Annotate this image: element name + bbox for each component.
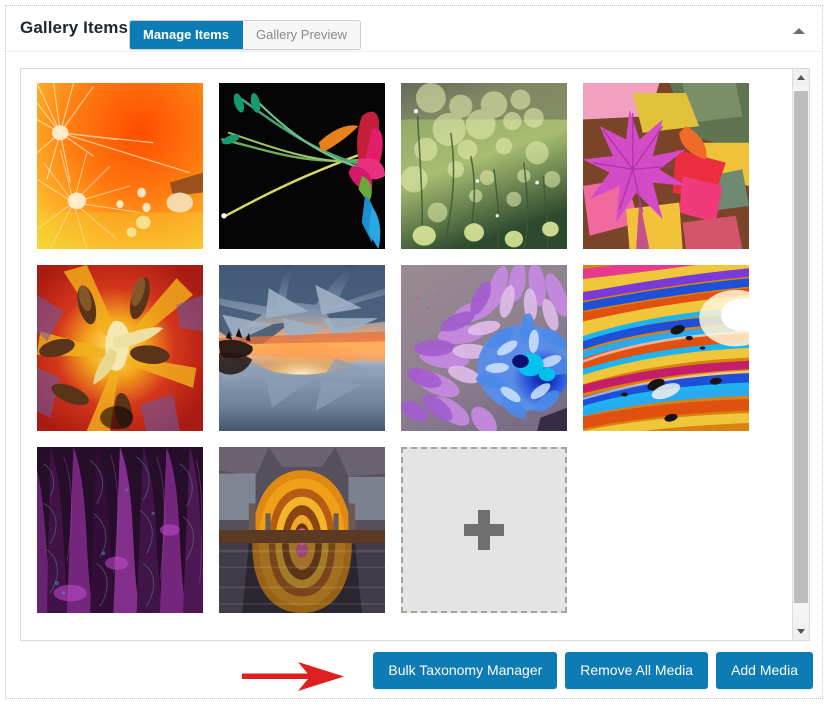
bulk-taxonomy-manager-button[interactable]: Bulk Taxonomy Manager <box>373 652 558 689</box>
add-media-button[interactable]: Add Media <box>716 652 813 689</box>
remove-all-media-button[interactable]: Remove All Media <box>565 652 709 689</box>
scrollbar-thumb[interactable] <box>794 91 808 603</box>
gallery-item-lily-on-black[interactable] <box>219 83 385 249</box>
plus-icon-vertical <box>478 510 490 550</box>
metabox-footer: Bulk Taxonomy Manager Remove All Media A… <box>6 640 822 698</box>
thumbnail-image <box>401 83 567 249</box>
footer-button-row: Bulk Taxonomy Manager Remove All Media A… <box>373 652 813 689</box>
add-media-tile[interactable] <box>401 447 567 613</box>
thumbnail-image <box>219 447 385 613</box>
thumbnail-image <box>401 265 567 431</box>
gallery-grid <box>37 83 777 629</box>
thumbnail-image <box>37 83 203 249</box>
gallery-item-pink-maple-leaves[interactable] <box>583 83 749 249</box>
triangle-up-icon <box>793 28 805 34</box>
page-title: Gallery Items <box>20 18 129 37</box>
metabox-header: Gallery Items Manage Items Gallery Previ… <box>6 6 822 52</box>
gallery-items-metabox: Gallery Items Manage Items Gallery Previ… <box>5 5 823 699</box>
thumbnail-image <box>219 83 385 249</box>
collapse-panel-toggle[interactable] <box>786 19 812 41</box>
gallery-item-orange-vaulted-bath[interactable] <box>219 447 385 613</box>
scroll-down-arrow-icon <box>797 629 805 634</box>
gallery-item-purple-blue-chrysanthemum[interactable] <box>401 265 567 431</box>
scroll-up-arrow-icon <box>797 75 805 80</box>
scroll-down-button[interactable] <box>793 623 809 640</box>
tab-manage-items[interactable]: Manage Items <box>130 21 243 49</box>
view-mode-tabs: Manage Items Gallery Preview <box>129 20 362 50</box>
thumbnail-image <box>583 83 749 249</box>
gallery-items-container <box>20 68 810 641</box>
scroll-up-button[interactable] <box>793 69 809 86</box>
thumbnail-image <box>583 265 749 431</box>
gallery-item-red-tulip-stamens[interactable] <box>37 265 203 431</box>
gallery-item-purple-feathers[interactable] <box>37 447 203 613</box>
gallery-item-green-grass-bokeh[interactable] <box>401 83 567 249</box>
gallery-item-rainbow-oil-swirl[interactable] <box>583 265 749 431</box>
thumbnail-image <box>37 265 203 431</box>
gallery-item-orange-dandelion-dew[interactable] <box>37 83 203 249</box>
gallery-scrollbar[interactable] <box>792 69 809 640</box>
gallery-item-sunset-lake-clouds[interactable] <box>219 265 385 431</box>
thumbnail-image <box>37 447 203 613</box>
thumbnail-image <box>219 265 385 431</box>
tab-gallery-preview[interactable]: Gallery Preview <box>242 21 361 49</box>
